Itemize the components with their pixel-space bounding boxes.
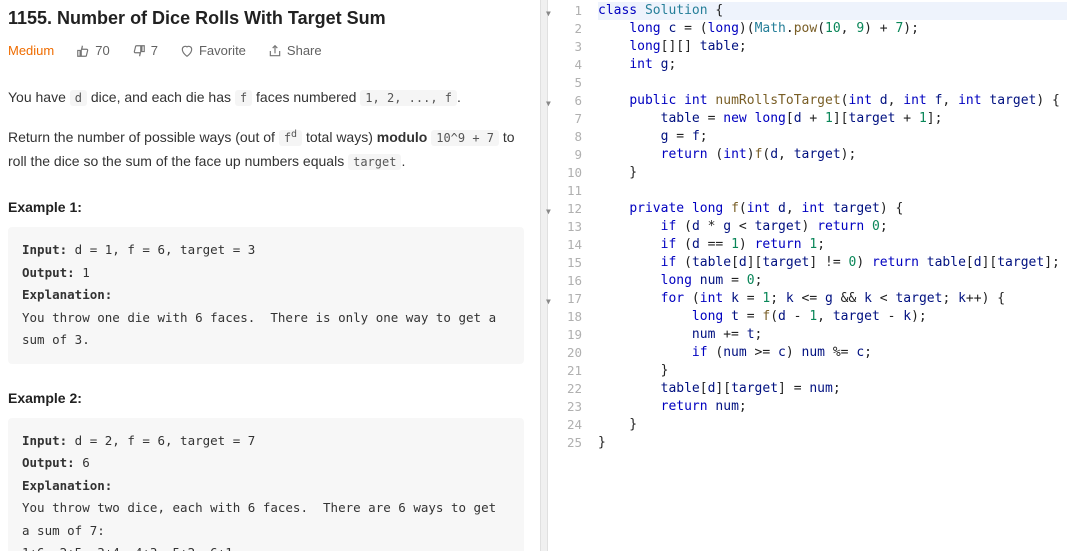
code-line[interactable] <box>598 182 1067 200</box>
example1-block: Input: d = 1, f = 6, target = 3 Output: … <box>8 227 524 364</box>
line-number: 2 <box>548 20 582 38</box>
code-line[interactable]: return num; <box>598 398 1067 416</box>
code-area[interactable]: class Solution { long c = (long)(Math.po… <box>590 0 1075 551</box>
line-number: 14 <box>548 236 582 254</box>
code-faces-list: 1, 2, ..., f <box>360 90 457 106</box>
line-number: 7 <box>548 110 582 128</box>
like-count: 70 <box>95 43 109 58</box>
line-number: 21 <box>548 362 582 380</box>
code-line[interactable]: if (table[d][target] != 0) return table[… <box>598 254 1067 272</box>
code-line[interactable]: long[][] table; <box>598 38 1067 56</box>
line-number: 24 <box>548 416 582 434</box>
code-mod: 10^9 + 7 <box>431 130 499 146</box>
thumbs-up-icon <box>76 44 90 58</box>
line-number: 9 <box>548 146 582 164</box>
code-f: f <box>235 90 252 106</box>
code-line[interactable]: num += t; <box>598 326 1067 344</box>
line-number: 19 <box>548 326 582 344</box>
code-line[interactable]: int g; <box>598 56 1067 74</box>
line-number: 4 <box>548 56 582 74</box>
code-editor[interactable]: 1▼23456▼789101112▼1314151617▼18192021222… <box>548 0 1075 551</box>
line-number: 8 <box>548 128 582 146</box>
code-line[interactable]: for (int k = 1; k <= g && k < target; k+… <box>598 290 1067 308</box>
code-d: d <box>70 90 87 106</box>
code-fd: fd <box>279 130 302 146</box>
line-number: 1▼ <box>548 2 582 20</box>
line-number: 10 <box>548 164 582 182</box>
split-divider[interactable] <box>540 0 548 551</box>
favorite-button[interactable]: Favorite <box>180 43 246 58</box>
code-line[interactable]: } <box>598 416 1067 434</box>
code-line[interactable]: table[d][target] = num; <box>598 380 1067 398</box>
description-p2: Return the number of possible ways (out … <box>8 126 524 174</box>
line-number: 20 <box>548 344 582 362</box>
code-line[interactable]: long c = (long)(Math.pow(10, 9) + 7); <box>598 20 1067 38</box>
code-line[interactable]: if (num >= c) num %= c; <box>598 344 1067 362</box>
line-number: 16 <box>548 272 582 290</box>
favorite-label: Favorite <box>199 43 246 58</box>
line-number: 11 <box>548 182 582 200</box>
code-line[interactable]: return (int)f(d, target); <box>598 146 1067 164</box>
example2-block: Input: d = 2, f = 6, target = 7 Output: … <box>8 418 524 551</box>
code-line[interactable]: table = new long[d + 1][target + 1]; <box>598 110 1067 128</box>
like-button[interactable]: 70 <box>76 43 109 58</box>
code-line[interactable]: long num = 0; <box>598 272 1067 290</box>
code-line[interactable]: } <box>598 362 1067 380</box>
thumbs-down-icon <box>132 44 146 58</box>
code-target: target <box>348 154 401 170</box>
code-line[interactable]: class Solution { <box>598 2 1067 20</box>
code-line[interactable]: long t = f(d - 1, target - k); <box>598 308 1067 326</box>
example1-title: Example 1: <box>8 199 524 215</box>
line-gutter: 1▼23456▼789101112▼1314151617▼18192021222… <box>548 0 590 551</box>
description-p1: You have d dice, and each die has f face… <box>8 86 524 110</box>
line-number: 23 <box>548 398 582 416</box>
example2-title: Example 2: <box>8 390 524 406</box>
code-line[interactable]: } <box>598 434 1067 452</box>
dislike-button[interactable]: 7 <box>132 43 158 58</box>
line-number: 17▼ <box>548 290 582 308</box>
line-number: 3 <box>548 38 582 56</box>
line-number: 13 <box>548 218 582 236</box>
problem-title: 1155. Number of Dice Rolls With Target S… <box>8 8 524 29</box>
code-line[interactable]: } <box>598 164 1067 182</box>
line-number: 25 <box>548 434 582 452</box>
code-line[interactable]: public int numRollsToTarget(int d, int f… <box>598 92 1067 110</box>
code-line[interactable]: private long f(int d, int target) { <box>598 200 1067 218</box>
line-number: 18 <box>548 308 582 326</box>
code-line[interactable] <box>598 74 1067 92</box>
code-line[interactable]: g = f; <box>598 128 1067 146</box>
code-line[interactable]: if (d == 1) return 1; <box>598 236 1067 254</box>
dislike-count: 7 <box>151 43 158 58</box>
difficulty-badge: Medium <box>8 43 54 58</box>
code-line[interactable]: if (d * g < target) return 0; <box>598 218 1067 236</box>
share-label: Share <box>287 43 322 58</box>
problem-panel: 1155. Number of Dice Rolls With Target S… <box>0 0 540 551</box>
share-button[interactable]: Share <box>268 43 322 58</box>
line-number: 6▼ <box>548 92 582 110</box>
line-number: 5 <box>548 74 582 92</box>
meta-row: Medium 70 7 Favorite Share <box>8 43 524 58</box>
line-number: 15 <box>548 254 582 272</box>
line-number: 12▼ <box>548 200 582 218</box>
heart-icon <box>180 44 194 58</box>
line-number: 22 <box>548 380 582 398</box>
share-icon <box>268 44 282 58</box>
